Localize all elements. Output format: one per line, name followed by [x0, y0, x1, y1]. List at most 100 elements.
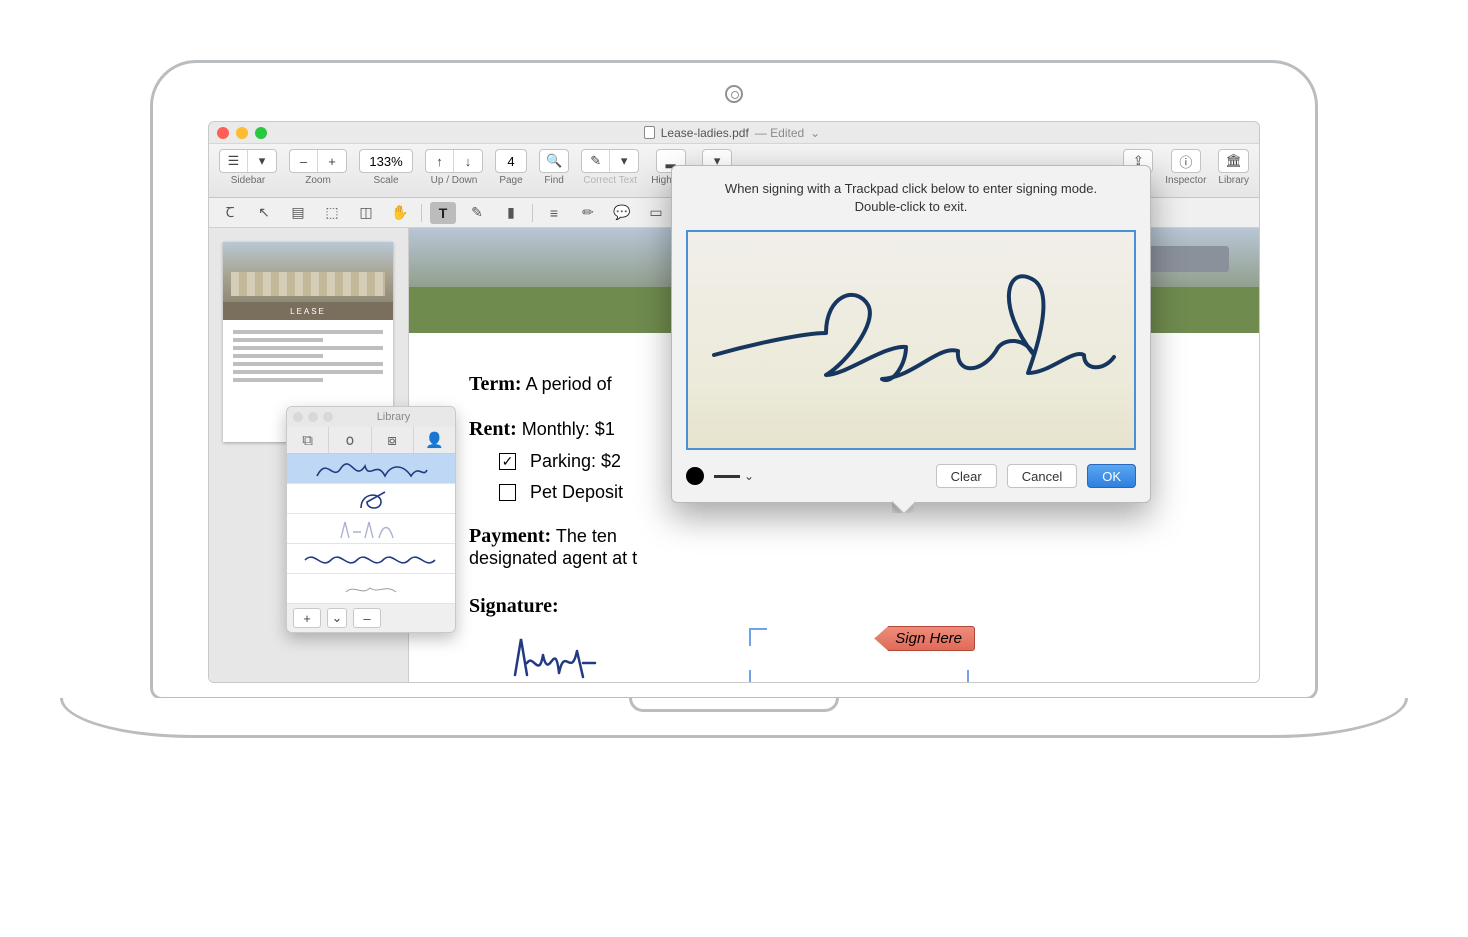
filename: Lease-ladies.pdf [661, 126, 749, 140]
library-button[interactable]: 🏛 [1219, 150, 1248, 172]
remove-signature-button[interactable]: – [353, 608, 381, 628]
pet-checkbox[interactable] [499, 484, 516, 501]
textbox-tool[interactable]: T [430, 202, 456, 224]
hand-tool[interactable]: ✋ [387, 202, 413, 224]
scale-label: Scale [373, 175, 398, 186]
zoom-window-button[interactable] [255, 127, 267, 139]
find-group: 🔍 Find [539, 149, 569, 186]
text-select-tool[interactable]: Ꞇ [217, 202, 243, 224]
camera-icon [725, 85, 743, 103]
zoom-value-field[interactable]: 133% [359, 149, 413, 173]
library-titlebar[interactable]: Library [287, 407, 455, 427]
ink-color-swatch[interactable] [686, 467, 704, 485]
rent-text: Monthly: $1 [522, 419, 615, 439]
signature-list [287, 454, 455, 604]
library-tab-stamps[interactable]: ⧇ [372, 427, 414, 453]
library-group: 🏛 Library [1218, 149, 1249, 186]
comment-tool[interactable]: 💬 [609, 202, 635, 224]
library-tab-shapes[interactable]: ⧉ [287, 427, 329, 453]
title-dropdown-icon[interactable]: ⌄ [810, 126, 820, 140]
page-number-field[interactable]: 4 [495, 149, 527, 173]
ink-weight-dropdown[interactable]: ⌄ [714, 469, 754, 483]
zoom-in-button[interactable]: + [318, 150, 346, 172]
page-group: 4 Page [495, 149, 527, 186]
correct-label: Correct Text [583, 175, 637, 186]
term-text: A period of [526, 374, 612, 394]
signature-item[interactable] [287, 514, 455, 544]
window-title-bar: Lease-ladies.pdf — Edited ⌄ [209, 122, 1259, 144]
inspector-group: ⓘ Inspector [1165, 149, 1206, 186]
zoom-out-button[interactable]: – [290, 150, 318, 172]
indent-tool[interactable]: ≡ [541, 202, 567, 224]
thumb-banner: LEASE [223, 302, 393, 320]
correct-group: ✎ ▾ Correct Text [581, 149, 639, 186]
payment-text-2: designated agent at t [469, 548, 637, 568]
payment-text: The ten [556, 526, 617, 546]
updown-label: Up / Down [431, 175, 478, 186]
rect-tool[interactable]: ▭ [643, 202, 669, 224]
page-label: Page [499, 175, 522, 186]
rent-heading: Rent: [469, 418, 517, 440]
highlight-tool[interactable]: ✎ [464, 202, 490, 224]
ok-button[interactable]: OK [1087, 464, 1136, 488]
thumb-hero-image [223, 242, 393, 302]
document-icon [644, 126, 655, 139]
clear-button[interactable]: Clear [936, 464, 997, 488]
close-window-button[interactable] [217, 127, 229, 139]
page-down-button[interactable]: ↓ [454, 150, 482, 172]
payment-heading: Payment: [469, 525, 551, 547]
signature-capture-popover: When signing with a Trackpad click below… [671, 165, 1151, 503]
sign-here-badge: Sign Here [874, 626, 975, 651]
find-label: Find [544, 175, 563, 186]
edited-status: — Edited [755, 126, 804, 140]
laptop-notch [629, 698, 839, 712]
sidebar-label: Sidebar [231, 175, 265, 186]
signature-item[interactable] [287, 484, 455, 514]
library-panel[interactable]: Library ⧉ 𐑴 ⧇ 👤 + ⌄ – [286, 406, 456, 633]
correct-text-button[interactable]: ✎ [582, 150, 610, 172]
arrow-tool[interactable]: ↖ [251, 202, 277, 224]
traffic-lights [217, 127, 267, 139]
term-heading: Term: [469, 373, 522, 395]
landlord-signature-glyph [509, 633, 619, 681]
library-title: Library [338, 411, 449, 423]
updown-group: ↑ ↓ Up / Down [425, 149, 483, 186]
window-title: Lease-ladies.pdf — Edited ⌄ [267, 126, 1197, 140]
zoom-label: Zoom [305, 175, 331, 186]
pen-tool[interactable]: ✏ [575, 202, 601, 224]
sidebar-menu-button[interactable]: ▾ [248, 150, 276, 172]
scale-group: 133% Scale [359, 149, 413, 186]
area-select-tool[interactable]: ▤ [285, 202, 311, 224]
add-signature-button[interactable]: + [293, 608, 321, 628]
library-tab-signatures[interactable]: 👤 [414, 427, 455, 453]
laptop-base [60, 698, 1408, 738]
signature-item[interactable] [287, 544, 455, 574]
minimize-window-button[interactable] [236, 127, 248, 139]
tenant-signature-target[interactable]: Sign Here [749, 628, 969, 682]
zoom-group: – + Zoom [289, 149, 347, 186]
inspector-button[interactable]: ⓘ [1172, 150, 1200, 172]
add-menu-button[interactable]: ⌄ [327, 608, 347, 628]
eraser-tool[interactable]: ◫ [353, 202, 379, 224]
sidebar-toggle-button[interactable]: ☰ [220, 150, 248, 172]
signature-item[interactable] [287, 454, 455, 484]
popover-arrow-icon [892, 501, 914, 513]
page-up-button[interactable]: ↑ [426, 150, 454, 172]
marquee-tool[interactable]: ⬚ [319, 202, 345, 224]
parking-checkbox[interactable]: ✓ [499, 453, 516, 470]
signature-canvas[interactable] [686, 230, 1136, 450]
pet-label: Pet Deposit [530, 482, 623, 503]
correct-menu-button[interactable]: ▾ [610, 150, 638, 172]
redact-tool[interactable]: ▮ [498, 202, 524, 224]
library-tab-people[interactable]: 𐑴 [329, 427, 371, 453]
library-label: Library [1218, 175, 1249, 186]
cancel-button[interactable]: Cancel [1007, 464, 1077, 488]
inspector-label: Inspector [1165, 175, 1206, 186]
landlord-signature-line [469, 628, 669, 682]
find-button[interactable]: 🔍 [540, 150, 568, 172]
parking-label: Parking: $2 [530, 451, 621, 472]
sidebar-group: ☰ ▾ Sidebar [219, 149, 277, 186]
signature-hint: When signing with a Trackpad click below… [672, 166, 1150, 226]
signature-heading: Signature: [469, 595, 559, 617]
signature-item[interactable] [287, 574, 455, 604]
